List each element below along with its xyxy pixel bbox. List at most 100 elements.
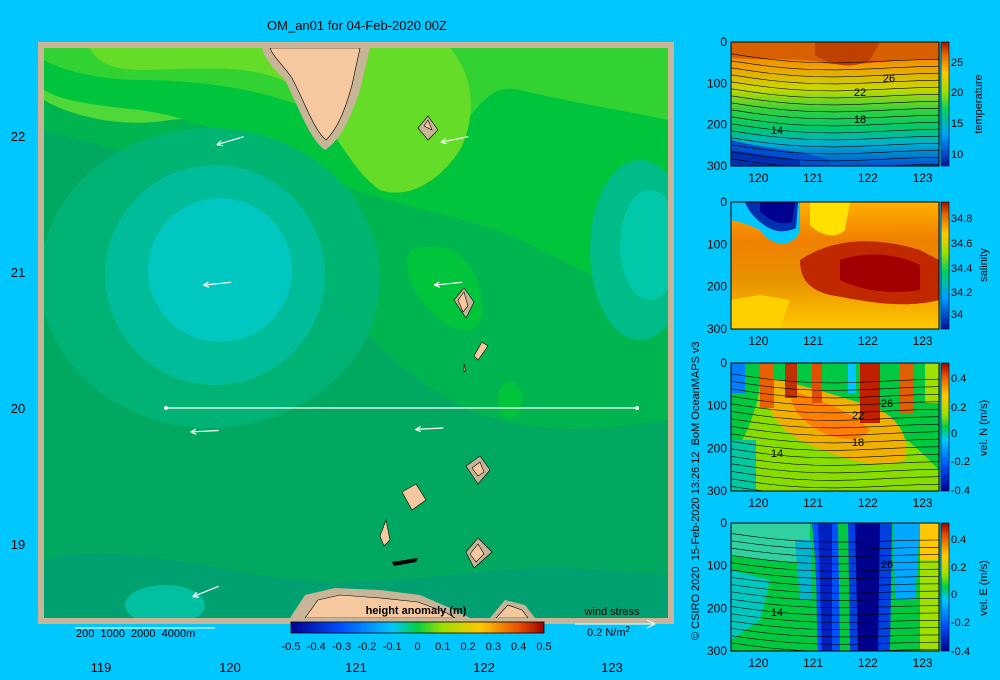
velocity-east-colorbar (940, 522, 950, 652)
lat-tick-label: 19 (11, 537, 25, 552)
velocity-north-section-panel: 26 22 18 14 0.4 0.2 0 -0.2 -0.4 vel. N (… (730, 362, 990, 497)
temperature-section-panel: 26 22 18 14 25 20 15 10 temperature (730, 41, 985, 167)
section-y-tick-label: 200 (707, 280, 727, 294)
ocean-forecast-figure: OM_an01 for 04-Feb-2020 00Z 119 120 121 … (11, 18, 990, 675)
section-y-tick-label: 300 (707, 484, 727, 498)
contour-label: 18 (852, 437, 864, 449)
colorbar-tick-label: -0.1 (383, 641, 402, 653)
colorbar-tick-label: 0.4 (511, 641, 526, 653)
chart-title: OM_an01 for 04-Feb-2020 00Z (267, 18, 447, 33)
contour-label: 14 (771, 607, 783, 619)
section-x-tick-label: 123 (913, 334, 933, 348)
section-x-tick-label: 120 (748, 656, 768, 670)
depth-legend-label: 200 1000 2000 4000m (76, 628, 195, 640)
lon-tick-label: 122 (473, 660, 495, 675)
colorbar-tick-label: 0.2 (951, 562, 966, 574)
velocity-east-section-panel: 26 14 0.4 0.2 0 -0.2 -0.4 vel. E (m/s) (730, 522, 990, 658)
section-y-tick-label: 200 (707, 601, 727, 615)
section-x-tick-label: 122 (858, 334, 878, 348)
section-x-tick-label: 122 (858, 656, 878, 670)
colorbar-tick-label: 20 (951, 87, 963, 99)
section-x-tick-label: 123 (913, 171, 933, 185)
section-y-tick-label: 300 (707, 159, 727, 173)
salinity-axis-label: salinity (978, 248, 990, 282)
colorbar-gradient (290, 621, 545, 634)
section-y-tick-label: 0 (720, 356, 727, 370)
section-x-tick-label: 123 (913, 496, 933, 510)
velocity-east-axis-label: vel. E (m/s) (978, 560, 990, 616)
contour-label: 26 (883, 73, 895, 85)
contour-label: 18 (854, 114, 866, 126)
salinity-section-panel: 34.8 34.6 34.4 34.2 34 salinity (730, 201, 990, 330)
section-y-tick-label: 300 (707, 322, 727, 336)
section-x-tick-label: 123 (913, 656, 933, 670)
colorbar-tick-label: 34.2 (951, 287, 972, 299)
section-x-tick-label: 122 (858, 171, 878, 185)
height-anomaly-map (38, 42, 674, 624)
colorbar-tick-label: -0.3 (332, 641, 351, 653)
colorbar-tick-label: 0 (414, 641, 420, 653)
contour-label: 14 (771, 125, 783, 137)
section-y-tick-label: 0 (720, 516, 727, 530)
section-x-tick-label: 121 (803, 171, 823, 185)
section-y-tick-label: 200 (707, 441, 727, 455)
colorbar-tick-label: 34.4 (951, 263, 972, 275)
section-x-tick-label: 121 (803, 496, 823, 510)
temperature-axis-label: temperature (973, 74, 985, 133)
colorbar-tick-label: -0.4 (951, 485, 970, 497)
section-y-tick-label: 300 (707, 644, 727, 658)
section-y-tick-label: 200 (707, 118, 727, 132)
contour-label: 26 (881, 559, 893, 571)
colorbar-tick-label: -0.4 (307, 641, 326, 653)
credit-text: © CSIRO 2020 15-Feb-2020 13:26:12 BoM Oc… (690, 341, 702, 640)
section-x-tick-label: 120 (748, 171, 768, 185)
colorbar-tick-label: 0.4 (951, 373, 966, 385)
colorbar-tick-label: 10 (951, 149, 963, 161)
colorbar-tick-label: 0.2 (951, 402, 966, 414)
section-y-tick-label: 100 (707, 237, 727, 251)
wind-scale-label: 0.2 N/m2 (587, 625, 631, 639)
lat-axis: 22 21 20 19 (11, 129, 25, 552)
velocity-north-colorbar (940, 362, 950, 492)
colorbar-tick-label: -0.2 (951, 617, 970, 629)
section-x-tick-label: 122 (858, 496, 878, 510)
colorbar-tick-label: 0.1 (435, 641, 450, 653)
contour-label: 22 (854, 87, 866, 99)
colorbar-ticks: -0.5 -0.4 -0.3 -0.2 -0.1 0 0.1 0.2 0.3 0.4 0.5 (282, 641, 552, 653)
section-y-tick-label: 0 (720, 195, 727, 209)
section-y-tick-label: 0 (720, 35, 727, 49)
colorbar-tick-label: -0.4 (951, 646, 970, 658)
velocity-north-axis-label: vel. N (m/s) (978, 400, 990, 456)
eddy-core (148, 198, 292, 342)
colorbar-tick-label: 0.3 (486, 641, 501, 653)
colorbar-tick-label: 34.6 (951, 238, 972, 250)
colorbar-tick-label: 0.5 (536, 641, 551, 653)
section-y-tick-label: 100 (707, 399, 727, 413)
contour-label: 22 (852, 410, 864, 422)
salinity-colorbar (940, 201, 950, 330)
section-x-tick-label: 120 (748, 334, 768, 348)
small-eddy-1 (498, 382, 522, 418)
section-x-tick-label: 120 (748, 496, 768, 510)
colorbar-tick-label: 0 (951, 428, 957, 440)
lat-tick-label: 22 (11, 129, 25, 144)
colorbar-tick-label: -0.2 (357, 641, 376, 653)
lon-tick-label: 121 (345, 660, 367, 675)
section-start-marker (164, 406, 168, 410)
contour-label: 26 (881, 398, 893, 410)
colorbar-tick-label: 25 (951, 57, 963, 69)
lon-tick-label: 119 (91, 660, 112, 675)
lat-tick-label: 21 (11, 265, 25, 280)
section-y-tick-label: 100 (707, 76, 727, 90)
colorbar-tick-label: -0.5 (282, 641, 301, 653)
temperature-colorbar (940, 41, 950, 167)
contour-label: 14 (771, 448, 783, 460)
wind-stress-label: wind stress (583, 606, 640, 618)
colorbar-tick-label: 0.2 (460, 641, 475, 653)
section-x-tick-label: 121 (803, 656, 823, 670)
colorbar-tick-label: 0 (951, 589, 957, 601)
colorbar-tick-label: 15 (951, 118, 963, 130)
colorbar-title: height anomaly (m) (366, 605, 467, 617)
section-x-tick-label: 121 (803, 334, 823, 348)
lat-tick-label: 20 (11, 401, 25, 416)
